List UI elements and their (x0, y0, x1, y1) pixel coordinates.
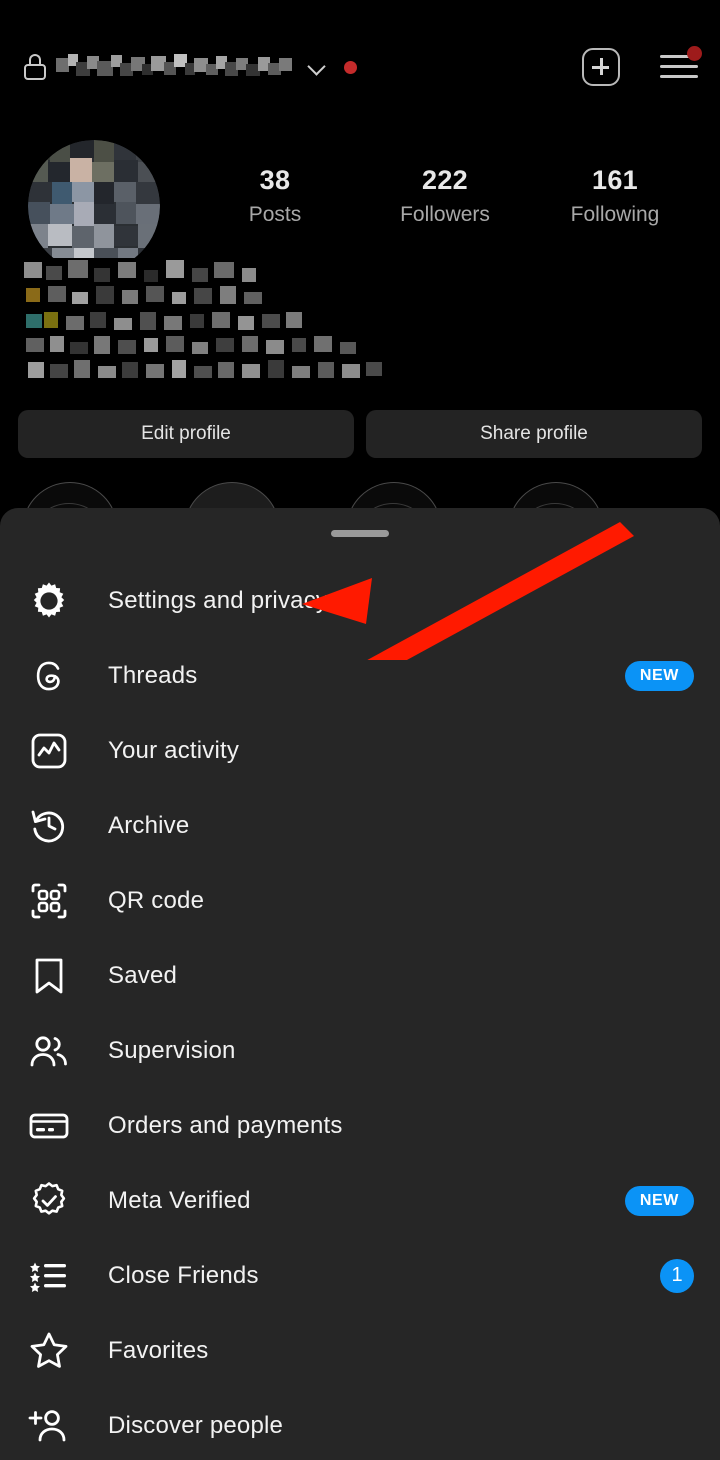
bio-redacted (14, 258, 414, 390)
edit-profile-button[interactable]: Edit profile (18, 410, 354, 458)
stat-followers[interactable]: 222 Followers (360, 165, 530, 227)
star-icon (26, 1328, 72, 1374)
settings-menu-list: Settings and privacy Threads NEW Your ac… (0, 563, 720, 1460)
menu-item-label: Settings and privacy (108, 586, 329, 614)
stat-posts[interactable]: 38 Posts (190, 165, 360, 227)
followers-label: Followers (400, 203, 490, 226)
settings-bottom-sheet: Settings and privacy Threads NEW Your ac… (0, 508, 720, 1460)
menu-item-label: Saved (108, 961, 178, 989)
top-bar (0, 0, 720, 140)
hamburger-menu-button[interactable] (660, 46, 702, 82)
credit-card-icon (26, 1103, 72, 1149)
gear-icon (26, 578, 72, 624)
menu-item-label: Supervision (108, 1036, 236, 1064)
count-badge: 1 (660, 1258, 694, 1293)
menu-item-settings-and-privacy[interactable]: Settings and privacy (0, 563, 720, 638)
menu-item-favorites[interactable]: Favorites (0, 1313, 720, 1388)
new-badge: NEW (624, 660, 694, 691)
menu-item-close-friends[interactable]: Close Friends 1 (0, 1238, 720, 1313)
threads-icon (26, 653, 72, 699)
star-list-icon (26, 1253, 72, 1299)
bio-mosaic (14, 258, 414, 390)
bookmark-icon (26, 953, 72, 999)
username-mosaic (56, 54, 292, 76)
menu-item-label: Orders and payments (108, 1111, 343, 1139)
avatar-mosaic (28, 140, 160, 272)
person-add-icon (26, 1403, 72, 1449)
clock-history-icon (26, 803, 72, 849)
menu-notification-dot (687, 46, 702, 61)
new-post-button[interactable] (582, 48, 620, 86)
menu-item-saved[interactable]: Saved (0, 938, 720, 1013)
menu-item-qr-code[interactable]: QR code (0, 863, 720, 938)
menu-item-label: Favorites (108, 1336, 209, 1364)
avatar[interactable] (28, 140, 160, 272)
posts-label: Posts (248, 203, 302, 226)
menu-item-orders-and-payments[interactable]: Orders and payments (0, 1088, 720, 1163)
menu-item-label: QR code (108, 886, 205, 914)
username-redacted (56, 52, 294, 82)
menu-item-label: Discover people (108, 1411, 284, 1439)
menu-item-discover-people[interactable]: Discover people (0, 1388, 720, 1460)
following-label: Following (570, 203, 660, 226)
lock-icon (24, 54, 46, 80)
menu-item-supervision[interactable]: Supervision (0, 1013, 720, 1088)
menu-item-your-activity[interactable]: Your activity (0, 713, 720, 788)
username-switcher[interactable] (24, 52, 357, 82)
drag-handle[interactable] (331, 530, 389, 537)
menu-item-label: Meta Verified (108, 1186, 251, 1214)
menu-item-label: Your activity (108, 736, 240, 764)
verified-badge-icon (26, 1178, 72, 1224)
share-profile-button[interactable]: Share profile (366, 410, 702, 458)
menu-item-label: Threads (108, 661, 198, 689)
following-count: 161 (592, 165, 638, 195)
people-icon (26, 1028, 72, 1074)
posts-count: 38 (259, 165, 291, 195)
chevron-down-icon[interactable] (308, 58, 326, 76)
activity-chart-icon (26, 728, 72, 774)
status-dot (344, 60, 357, 74)
menu-item-meta-verified[interactable]: Meta Verified NEW (0, 1163, 720, 1238)
profile-stats: 38 Posts 222 Followers 161 Following (190, 165, 700, 227)
profile-action-buttons: Edit profile Share profile (18, 410, 702, 458)
menu-item-threads[interactable]: Threads NEW (0, 638, 720, 713)
menu-item-archive[interactable]: Archive (0, 788, 720, 863)
menu-item-label: Close Friends (108, 1261, 259, 1289)
qr-code-icon (26, 878, 72, 924)
followers-count: 222 (422, 165, 468, 195)
instagram-profile-screen: 38 Posts 222 Followers 161 Following Edi… (0, 0, 720, 1460)
new-badge: NEW (624, 1185, 694, 1216)
menu-item-label: Archive (108, 811, 190, 839)
stat-following[interactable]: 161 Following (530, 165, 700, 227)
